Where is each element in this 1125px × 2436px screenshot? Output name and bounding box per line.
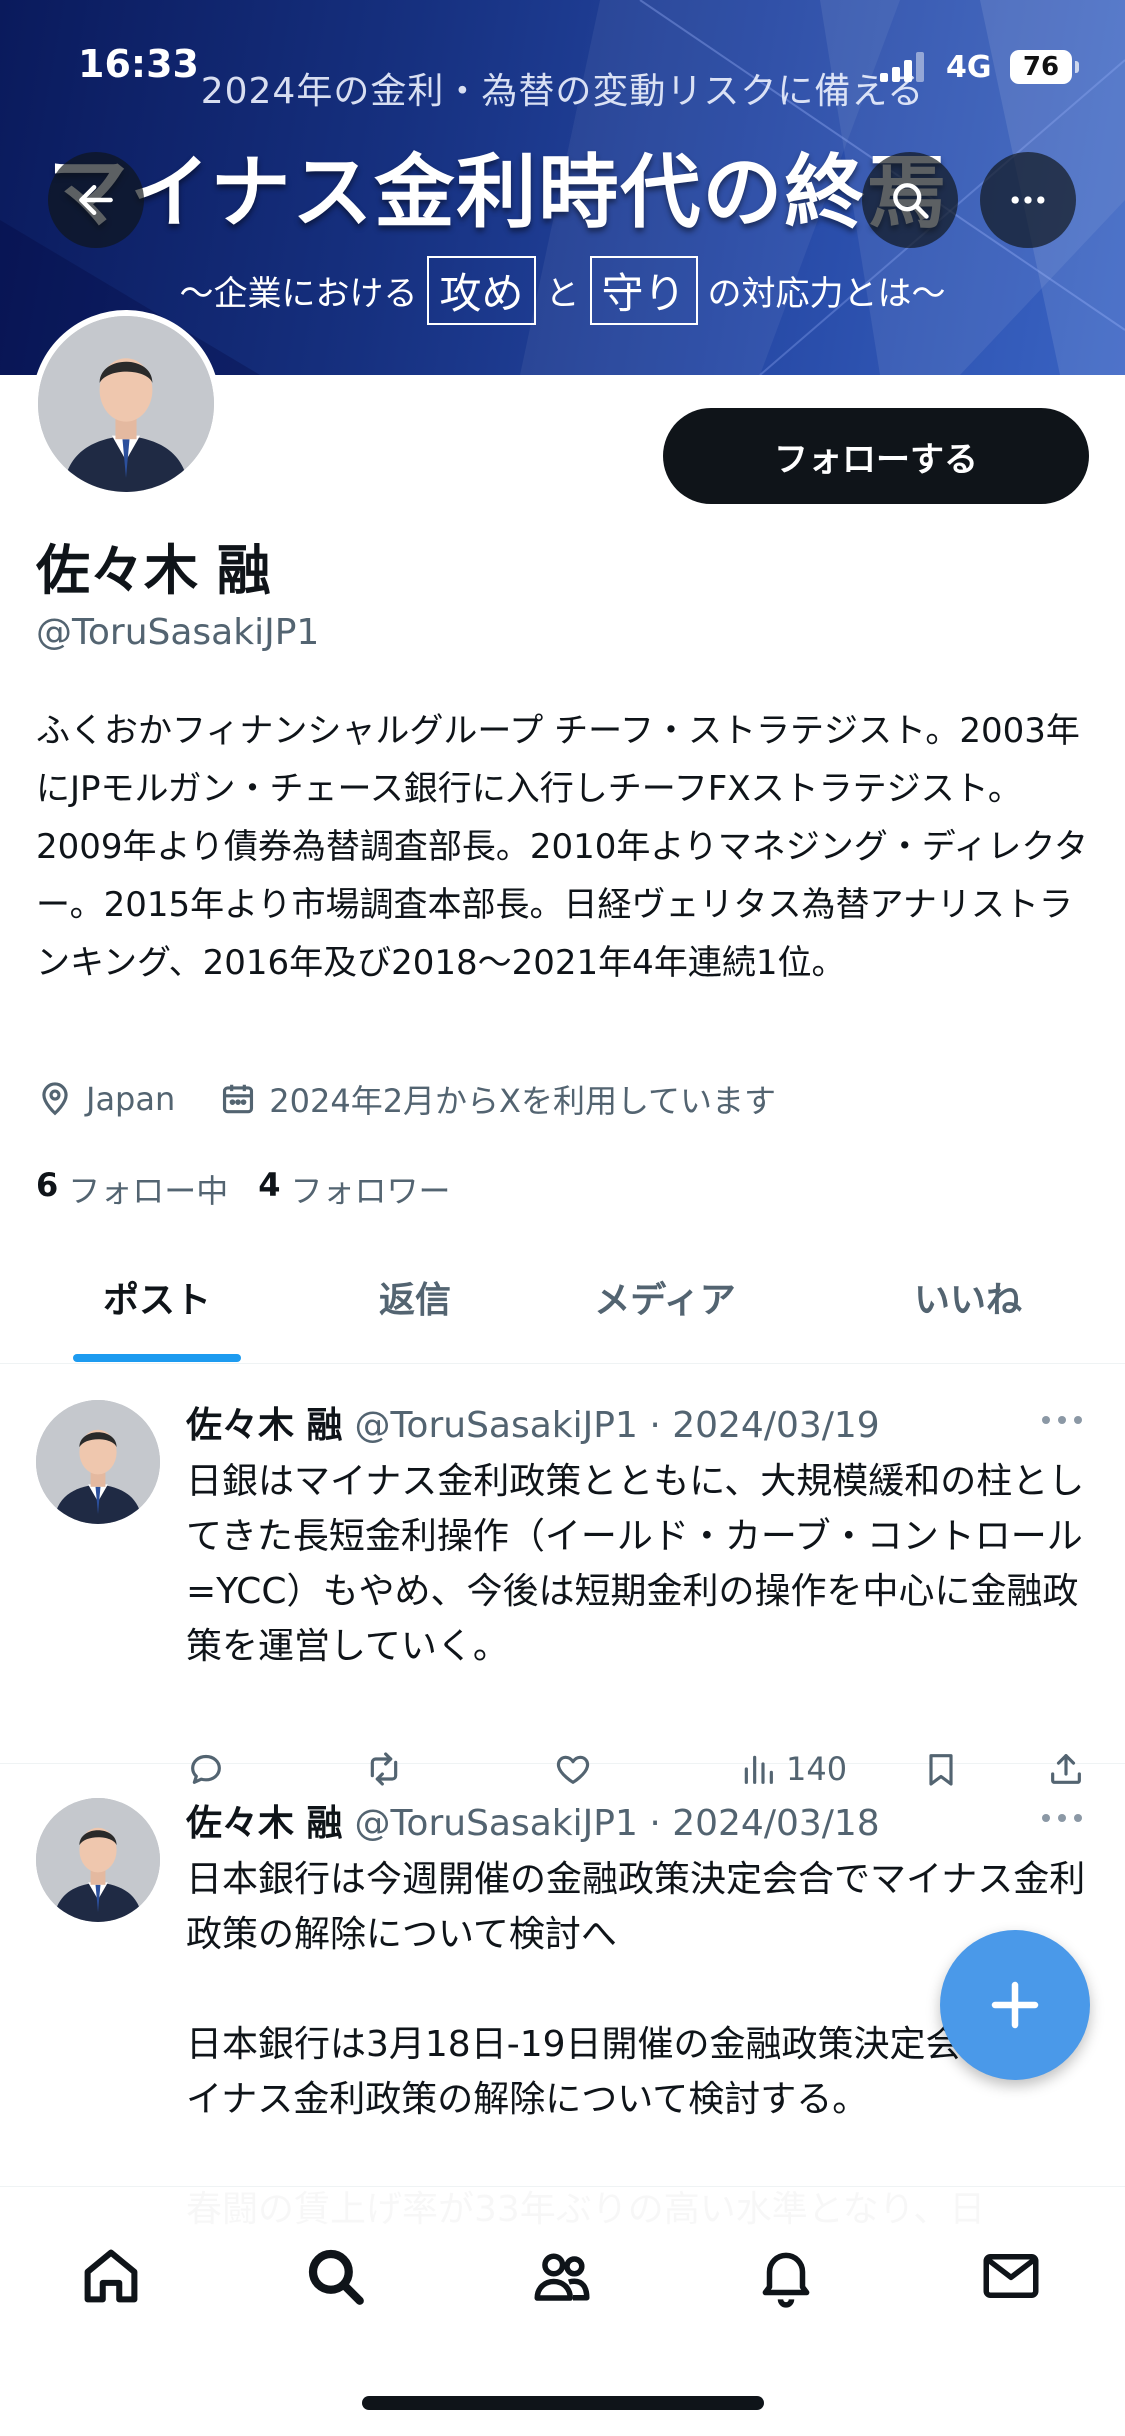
compose-post-button[interactable] xyxy=(940,1930,1090,2080)
location-pin-icon xyxy=(42,1082,68,1116)
home-indicator[interactable] xyxy=(362,2396,764,2410)
avatar-photo xyxy=(38,316,214,492)
post-avatar[interactable] xyxy=(36,1400,160,1524)
search-icon xyxy=(308,2249,364,2305)
active-tab-indicator xyxy=(73,1354,241,1362)
search-icon xyxy=(893,183,929,219)
post-more-icon[interactable] xyxy=(1040,1414,1084,1426)
messages-icon xyxy=(983,2254,1039,2298)
tab-posts-label: ポスト xyxy=(102,1280,211,1321)
post-header: 佐々木 融 @ToruSasakiJP1 · 2024/03/18 xyxy=(186,1794,880,1846)
profile-avatar[interactable] xyxy=(32,310,220,498)
banner-tagline: 〜企業における 攻め と 守り の対応力とは〜 xyxy=(0,256,1125,325)
profile-joined: 2024年2月からXを利用しています xyxy=(219,1076,776,1122)
calendar-icon xyxy=(223,1084,254,1114)
banner-tagline-box-attack: 攻め xyxy=(427,256,536,325)
banner-title: マイナス金利時代の終焉 xyxy=(48,146,949,239)
profile-handle: @ToruSasakiJP1 xyxy=(36,612,320,653)
nav-home[interactable] xyxy=(66,2231,156,2321)
tab-media-label: メディア xyxy=(594,1280,736,1321)
post-avatar[interactable] xyxy=(36,1798,160,1922)
banner-tagline-mid: と xyxy=(545,274,580,314)
nav-search[interactable] xyxy=(290,2231,380,2321)
profile-meta: Japan 2024年2月からXを利用しています xyxy=(36,1076,820,1122)
network-type: 4G xyxy=(946,50,992,85)
cellular-signal-icon xyxy=(880,52,928,82)
tab-posts[interactable]: ポスト xyxy=(36,1230,278,1364)
follow-button[interactable]: フォローする xyxy=(663,408,1089,504)
more-options-button[interactable] xyxy=(980,152,1076,248)
following-count: 6 xyxy=(36,1166,59,1204)
followers-count: 4 xyxy=(258,1166,281,1204)
battery-level: 76 xyxy=(1022,52,1060,82)
home-icon xyxy=(84,2249,138,2303)
following-label: フォロー中 xyxy=(68,1172,229,1210)
post-text: 日銀はマイナス金利政策とともに、大規模緩和の柱としてきた長短金利操作（イールド・… xyxy=(186,1461,1085,1667)
followers-link[interactable]: 4 フォロワー xyxy=(258,1166,450,1212)
joined-text: 2024年2月からXを利用しています xyxy=(269,1082,777,1120)
nav-notifications[interactable] xyxy=(741,2231,831,2321)
communities-icon xyxy=(534,2253,590,2301)
status-bar: 16:33 4G 76 xyxy=(0,0,1125,130)
post-header: 佐々木 融 @ToruSasakiJP1 · 2024/03/19 xyxy=(186,1396,880,1448)
post-more-icon[interactable] xyxy=(1040,1812,1084,1824)
post-author-name[interactable]: 佐々木 融 xyxy=(186,1794,343,1846)
post-author-name[interactable]: 佐々木 融 xyxy=(186,1396,343,1448)
avatar-photo xyxy=(36,1798,160,1922)
post-handle-date: @ToruSasakiJP1 · 2024/03/18 xyxy=(354,1803,880,1844)
following-link[interactable]: 6 フォロー中 xyxy=(36,1166,228,1212)
status-time: 16:33 xyxy=(78,42,199,86)
arrow-left-icon xyxy=(79,184,113,216)
tab-replies-label: 返信 xyxy=(378,1280,451,1321)
nav-communities[interactable] xyxy=(517,2231,607,2321)
notifications-icon xyxy=(762,2252,810,2308)
post-handle-date: @ToruSasakiJP1 · 2024/03/19 xyxy=(354,1405,880,1446)
banner-tagline-prefix: 〜企業における xyxy=(179,274,418,314)
post-item[interactable]: 佐々木 融 @ToruSasakiJP1 · 2024/03/19 日銀はマイナ… xyxy=(0,1366,1125,1788)
tab-likes-label: いいね xyxy=(913,1280,1022,1321)
profile-tabs: ポスト 返信 メディア いいね xyxy=(0,1230,1125,1364)
profile-display-name: 佐々木 融 xyxy=(36,539,271,602)
battery-icon: 76 xyxy=(1010,50,1079,84)
tab-likes[interactable]: いいね xyxy=(860,1230,1076,1364)
location-text: Japan xyxy=(86,1080,176,1118)
nav-messages[interactable] xyxy=(966,2231,1056,2321)
followers-label: フォロワー xyxy=(290,1172,451,1210)
tab-replies[interactable]: 返信 xyxy=(300,1230,530,1364)
profile-bio: ふくおかフィナンシャルグループ チーフ・ストラテジスト。2003年にJPモルガン… xyxy=(36,711,1088,983)
avatar-photo xyxy=(36,1400,160,1524)
search-button[interactable] xyxy=(862,152,958,248)
plus-icon xyxy=(991,1981,1039,2029)
more-icon xyxy=(1011,196,1045,204)
back-button[interactable] xyxy=(48,152,144,248)
profile-location: Japan xyxy=(36,1080,175,1118)
banner-tagline-suffix: の対応力とは〜 xyxy=(707,274,946,314)
banner-tagline-box-defense: 守り xyxy=(589,256,698,325)
tab-media[interactable]: メディア xyxy=(560,1230,770,1364)
profile-follow-stats: 6 フォロー中 4 フォロワー xyxy=(36,1166,481,1212)
